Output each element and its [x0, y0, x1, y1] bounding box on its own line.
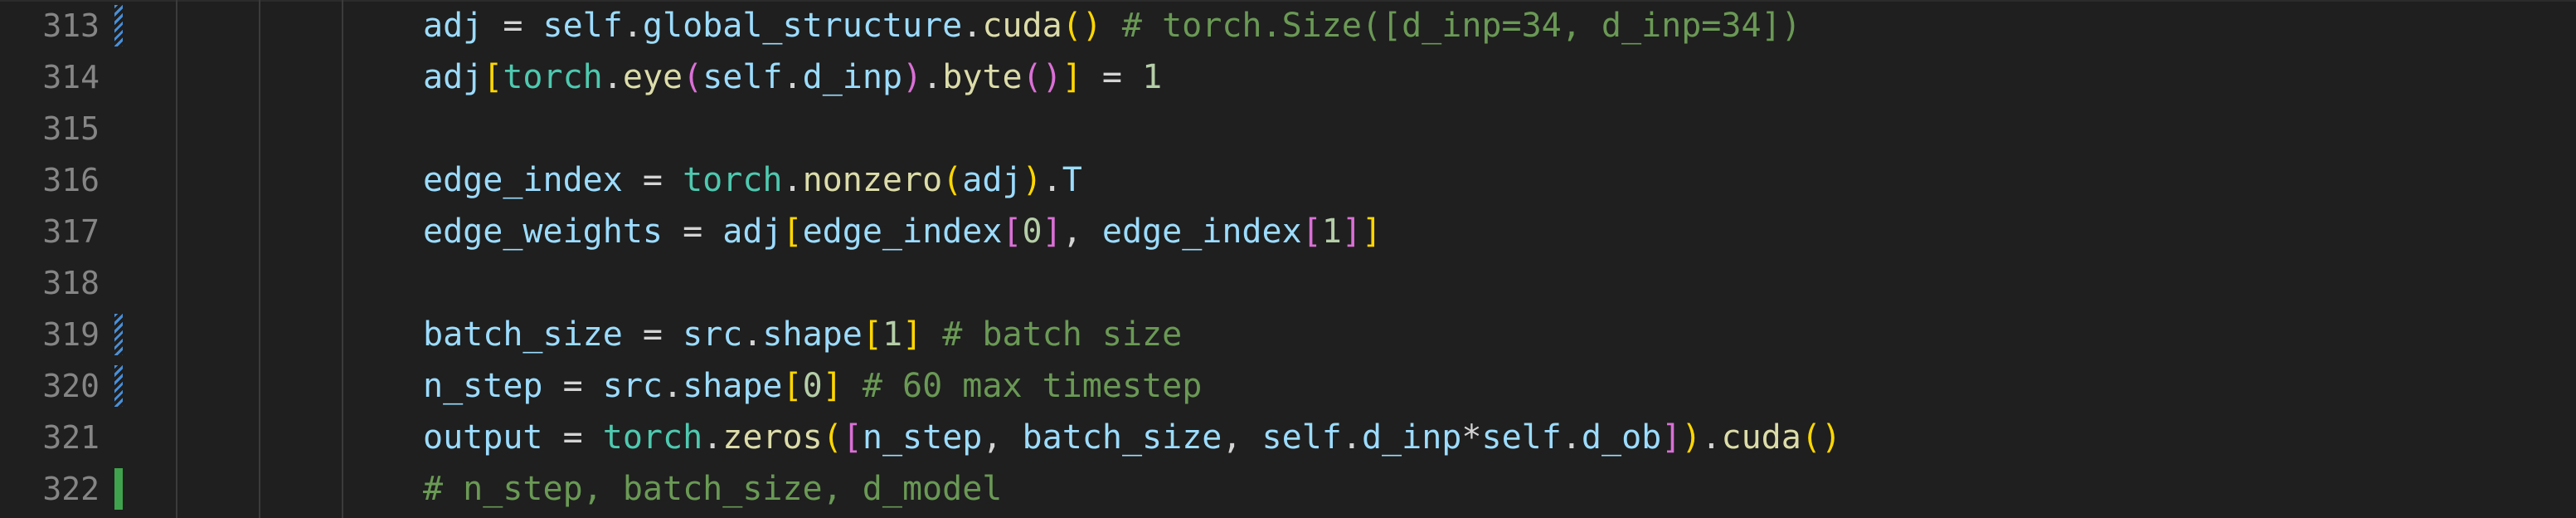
line-number: 315: [42, 110, 100, 147]
line-number: 321: [42, 419, 100, 456]
code-line[interactable]: 316 edge_index = torch.nonzero(adj).T: [0, 154, 2576, 206]
code-text[interactable]: # n_step, batch_size, d_model: [423, 463, 1002, 515]
git-modified-indicator[interactable]: [114, 5, 123, 46]
git-modified-indicator[interactable]: [114, 365, 123, 407]
code-line[interactable]: 319 batch_size = src.shape[1] # batch si…: [0, 309, 2576, 360]
line-number: 317: [42, 213, 100, 250]
code-text[interactable]: n_step = src.shape[0] # 60 max timestep: [423, 360, 1202, 412]
code-line[interactable]: 317 edge_weights = adj[edge_index[0], ed…: [0, 206, 2576, 257]
code-line[interactable]: 314 adj[torch.eye(self.d_inp).byte()] = …: [0, 51, 2576, 103]
code-text[interactable]: edge_index = torch.nonzero(adj).T: [423, 154, 1082, 206]
code-line[interactable]: 313 adj = self.global_structure.cuda() #…: [0, 0, 2576, 51]
line-number: 322: [42, 471, 100, 507]
code-line[interactable]: 315: [0, 103, 2576, 154]
line-number: 319: [42, 316, 100, 353]
code-line[interactable]: 322 # n_step, batch_size, d_model: [0, 463, 2576, 515]
code-line[interactable]: 318: [0, 257, 2576, 309]
code-text[interactable]: adj[torch.eye(self.d_inp).byte()] = 1: [423, 51, 1162, 103]
code-editor[interactable]: 313 adj = self.global_structure.cuda() #…: [0, 0, 2576, 518]
line-number: 313: [42, 7, 100, 44]
line-number: 320: [42, 368, 100, 404]
line-number: 314: [42, 59, 100, 95]
code-text[interactable]: edge_weights = adj[edge_index[0], edge_i…: [423, 206, 1382, 257]
code-text[interactable]: batch_size = src.shape[1] # batch size: [423, 309, 1182, 360]
code-line[interactable]: 320 n_step = src.shape[0] # 60 max times…: [0, 360, 2576, 412]
git-added-indicator[interactable]: [114, 468, 123, 510]
code-text[interactable]: output = torch.zeros([n_step, batch_size…: [423, 412, 1841, 463]
line-number: 318: [42, 265, 100, 301]
code-line[interactable]: 321 output = torch.zeros([n_step, batch_…: [0, 412, 2576, 463]
line-number: 316: [42, 162, 100, 198]
git-modified-indicator[interactable]: [114, 314, 123, 355]
code-text[interactable]: adj = self.global_structure.cuda() # tor…: [423, 0, 1801, 51]
